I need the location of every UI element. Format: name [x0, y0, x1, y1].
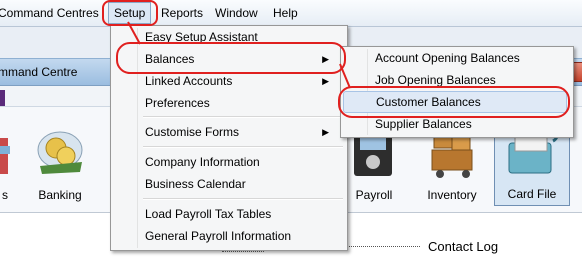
annotation-connector [339, 63, 351, 89]
annotation-connector [127, 21, 141, 45]
annotation-connectors [127, 21, 351, 89]
